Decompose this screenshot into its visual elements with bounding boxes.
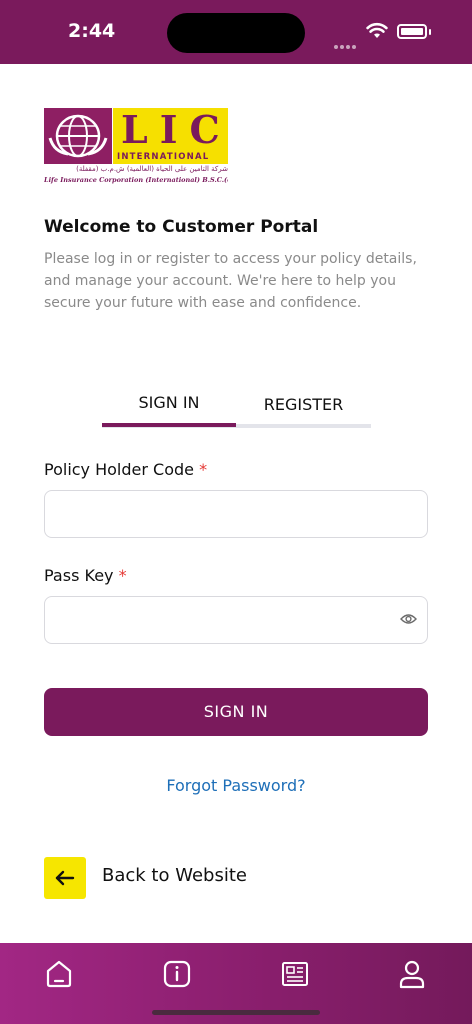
policy-holder-code-label: Policy Holder Code * (44, 460, 207, 479)
logo-wordmark: LIC INTERNATIONAL (113, 108, 228, 164)
logo-arabic-name: شركة التأمين على الحياة (العالمية) ش.م.ب… (76, 165, 228, 173)
eye-icon[interactable] (400, 613, 417, 625)
company-logo: LIC INTERNATIONAL شركة التأمين على الحيا… (44, 108, 228, 188)
logo-brand-text: LIC (121, 107, 232, 152)
dynamic-island (167, 13, 305, 53)
globe-hands-logo-icon (44, 108, 112, 164)
auth-tabs: SIGN IN REGISTER (102, 388, 371, 430)
policy-holder-code-label-text: Policy Holder Code (44, 460, 194, 479)
forgot-password-link[interactable]: Forgot Password? (0, 776, 472, 795)
signal-icon (334, 34, 360, 49)
required-mark: * (118, 566, 127, 585)
home-indicator (152, 1010, 320, 1015)
news-icon[interactable] (281, 959, 309, 989)
required-mark: * (199, 460, 208, 479)
battery-icon (397, 24, 427, 39)
tab-register[interactable]: REGISTER (236, 388, 371, 426)
page-title: Welcome to Customer Portal (44, 217, 319, 237)
pass-key-label-text: Pass Key (44, 566, 114, 585)
info-icon[interactable] (163, 959, 191, 989)
home-icon[interactable] (45, 959, 73, 989)
pass-key-field[interactable] (44, 596, 428, 644)
policy-holder-code-field[interactable] (44, 490, 428, 538)
status-bar: 2:44 (0, 0, 472, 64)
back-button[interactable] (44, 857, 86, 899)
tab-sign-in[interactable]: SIGN IN (102, 388, 236, 426)
battery-tip (429, 29, 431, 35)
status-time: 2:44 (68, 20, 116, 42)
welcome-description: Please log in or register to access your… (44, 251, 417, 311)
policy-holder-code-input[interactable] (57, 491, 381, 537)
pass-key-label: Pass Key * (44, 566, 127, 585)
logo-english-name: Life Insurance Corporation (Internationa… (44, 176, 228, 184)
pass-key-input[interactable] (57, 597, 381, 643)
profile-icon[interactable] (398, 959, 426, 989)
sign-in-button[interactable]: SIGN IN (44, 688, 428, 736)
back-to-website-label: Back to Website (102, 865, 247, 886)
wifi-icon (366, 23, 388, 38)
logo-subtitle-text: INTERNATIONAL (117, 152, 210, 162)
arrow-left-icon (55, 870, 75, 886)
